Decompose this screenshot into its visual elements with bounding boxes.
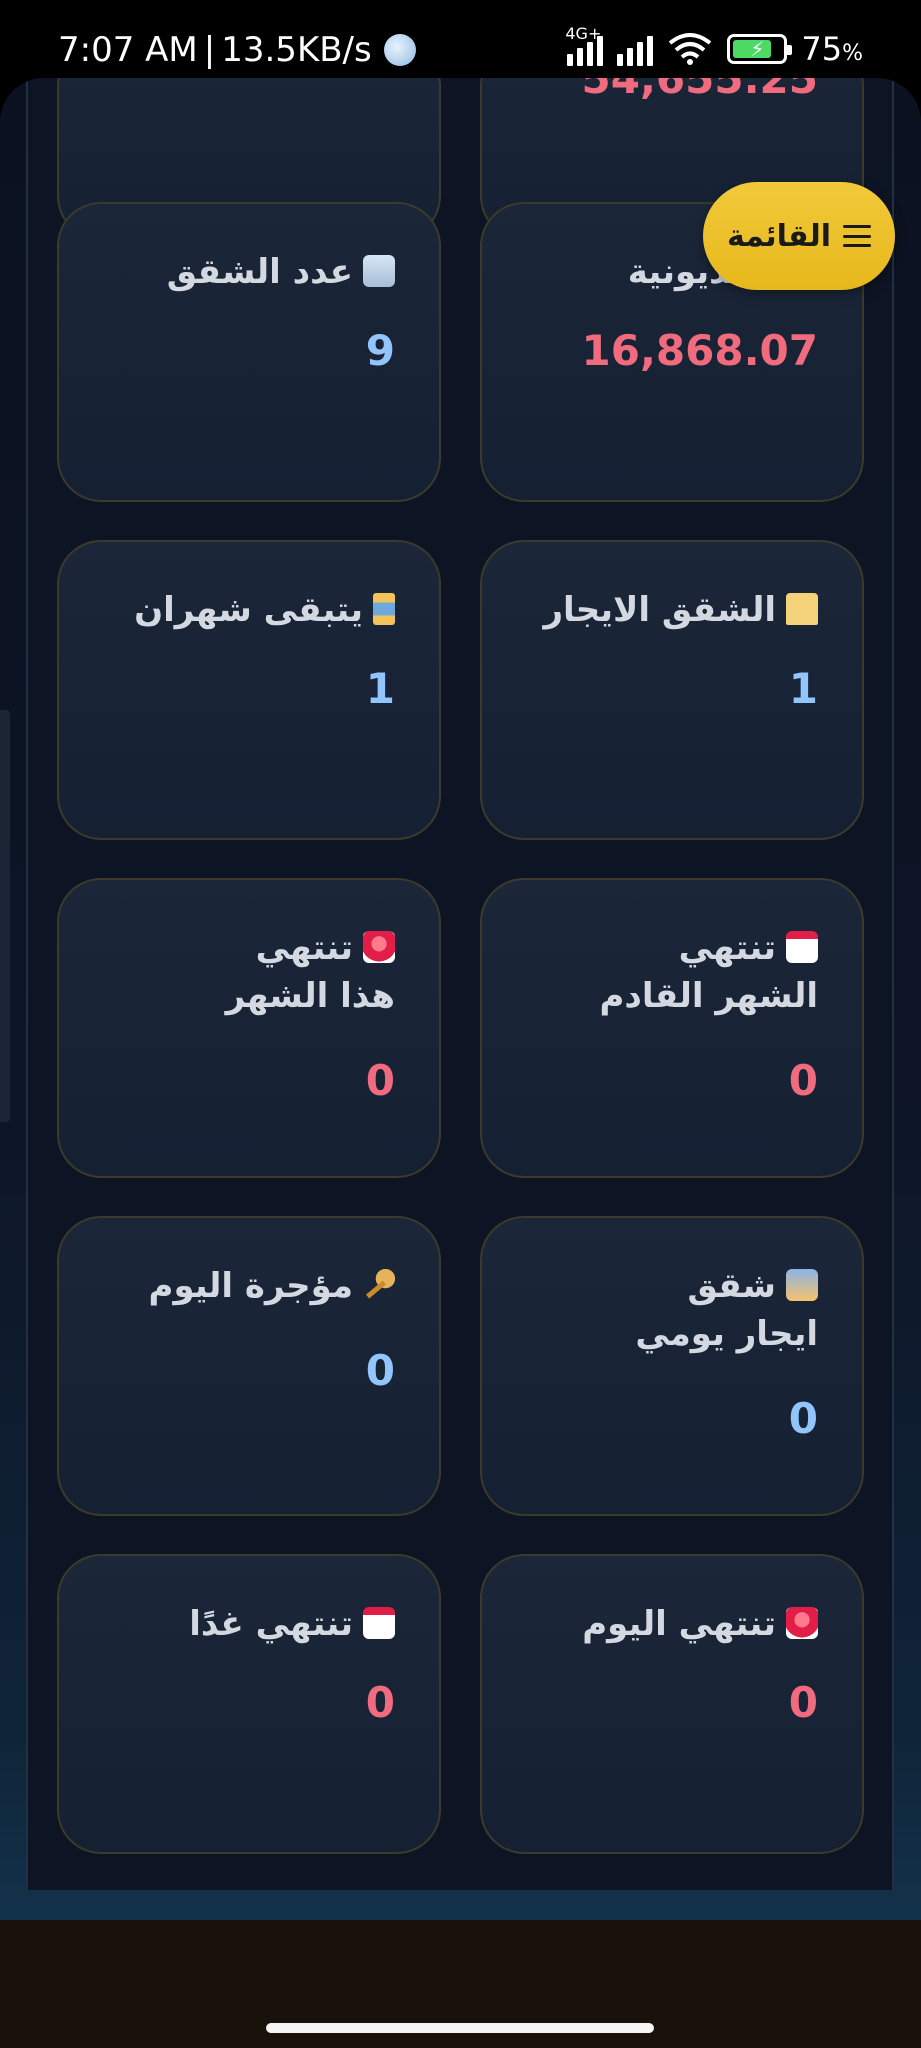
stat-value: 1: [788, 664, 818, 713]
stat-value: 0: [788, 1678, 818, 1727]
stat-card-daily-rent[interactable]: شقق ايجار يومي 0: [480, 1216, 864, 1516]
stat-value: 1: [365, 664, 395, 713]
battery-percent: 75%: [801, 30, 863, 68]
stat-card-ends-this-month[interactable]: تنتهي هذا الشهر 0: [57, 878, 441, 1178]
app-content[interactable]: 54,655.25 المديونية 16,868.07 عدد الشقق …: [0, 78, 921, 1920]
status-left: 7:07 AM | 13.5KB/s: [58, 30, 416, 70]
stat-card-ends-tomorrow[interactable]: تنتهي غدًا 0: [57, 1554, 441, 1854]
stat-value: 0: [788, 1394, 818, 1443]
siren-icon: [363, 930, 395, 963]
stat-label: تنتهي هذا الشهر: [225, 928, 395, 1016]
stat-value: 0: [365, 1678, 395, 1727]
key-icon: [363, 1268, 395, 1301]
stat-card-ends-today[interactable]: تنتهي اليوم 0: [480, 1554, 864, 1854]
menu-button[interactable]: القائمة: [703, 182, 895, 290]
city-buildings-icon: [786, 1268, 818, 1301]
wifi-icon: [669, 33, 712, 65]
stat-card-two-months-left[interactable]: يتبقى شهران 1: [57, 540, 441, 840]
cell-signal-icon: 4G+: [565, 24, 604, 66]
siren-icon: [786, 1606, 818, 1639]
stat-label: يتبقى شهران: [134, 586, 395, 634]
stat-card-rental-apartments[interactable]: الشقق الايجار 1: [480, 540, 864, 840]
weather-icon: [383, 34, 416, 66]
status-time: 7:07 AM: [58, 30, 198, 70]
stat-label: الشقق الايجار: [543, 586, 818, 634]
stat-card-rented-today[interactable]: مؤجرة اليوم 0: [57, 1216, 441, 1516]
calendar-icon: [363, 1606, 395, 1639]
hamburger-icon: [843, 225, 871, 247]
stat-value: 16,868.07: [581, 326, 818, 375]
stat-value: 9: [365, 326, 395, 375]
calendar-icon: [786, 930, 818, 963]
hourglass-icon: [373, 592, 395, 625]
stat-label: شقق ايجار يومي: [635, 1266, 818, 1354]
status-speed: 13.5KB/s: [221, 30, 372, 70]
cell-signal-2-icon: [617, 32, 654, 66]
stat-card-ends-next-month[interactable]: تنتهي الشهر القادم 0: [480, 878, 864, 1178]
network-type: 4G+: [565, 24, 602, 43]
stat-label: تنتهي غدًا: [189, 1600, 395, 1648]
status-right: 4G+ ⚡ 75%: [565, 24, 863, 68]
home-indicator[interactable]: [266, 2023, 654, 2033]
stat-label: عدد الشقق: [167, 248, 395, 296]
office-building-icon: [363, 254, 395, 287]
stat-label: مؤجرة اليوم: [149, 1262, 395, 1310]
menu-button-label: القائمة: [727, 218, 831, 254]
stat-label: تنتهي الشهر القادم: [599, 928, 818, 1016]
stat-value: 0: [365, 1346, 395, 1395]
battery-icon: ⚡: [727, 34, 793, 64]
stat-value: 0: [788, 1056, 818, 1105]
stat-label: تنتهي اليوم: [582, 1600, 818, 1648]
stat-value: 54,655.25: [581, 78, 818, 103]
status-separator: |: [203, 30, 216, 70]
stat-card-apartments-count[interactable]: عدد الشقق 9: [57, 202, 441, 502]
scroll-edge: [0, 710, 10, 1122]
stat-value: 0: [365, 1056, 395, 1105]
house-icon: [786, 592, 818, 625]
